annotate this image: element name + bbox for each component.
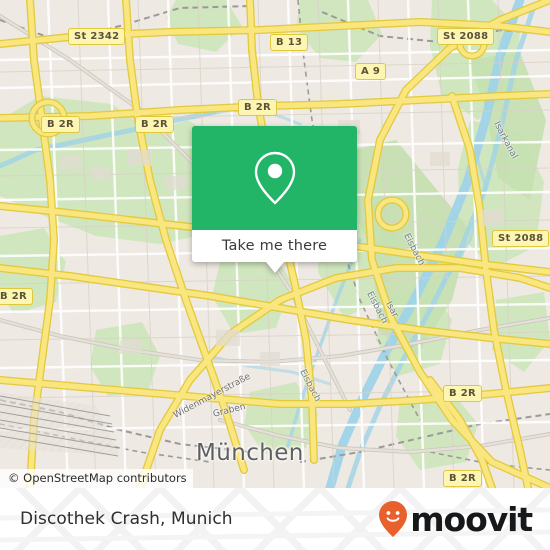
callout-action[interactable]: Take me there: [192, 230, 357, 262]
road-shield: B 2R: [443, 470, 482, 487]
road-shield: St 2342: [68, 28, 126, 45]
city-label: München: [196, 440, 304, 466]
road-shield: St 2088: [437, 28, 495, 45]
road-shield: B 2R: [0, 288, 33, 305]
map-pin-icon: [254, 151, 295, 205]
callout-pointer: [265, 262, 284, 273]
road-shield: B 2R: [443, 385, 482, 402]
road-shield: St 2088: [492, 230, 550, 247]
callout-header: [192, 126, 357, 230]
screenshot-root: St 2342 B 13 St 2088 A 9 B 2R B 2R B 2R …: [0, 0, 550, 550]
footer-content: Discothek Crash, Munich moovit: [0, 488, 550, 550]
take-me-there-callout[interactable]: Take me there: [192, 126, 357, 273]
osm-attribution[interactable]: © OpenStreetMap contributors: [0, 469, 193, 488]
road-shield: A 9: [355, 63, 387, 80]
moovit-logo[interactable]: moovit: [378, 499, 533, 539]
callout-action-label: Take me there: [221, 238, 328, 254]
footer-bar: Discothek Crash, Munich moovit: [0, 488, 550, 550]
road-shield: B 2R: [41, 116, 80, 133]
map-canvas[interactable]: St 2342 B 13 St 2088 A 9 B 2R B 2R B 2R …: [0, 0, 550, 488]
moovit-smiley-pin-icon: [379, 501, 408, 537]
road-shield: B 2R: [238, 99, 277, 116]
place-title: Discothek Crash, Munich: [20, 509, 233, 529]
moovit-wordmark: moovit: [410, 499, 533, 539]
road-shield: B 2R: [135, 116, 174, 133]
road-shield: B 13: [270, 34, 309, 51]
